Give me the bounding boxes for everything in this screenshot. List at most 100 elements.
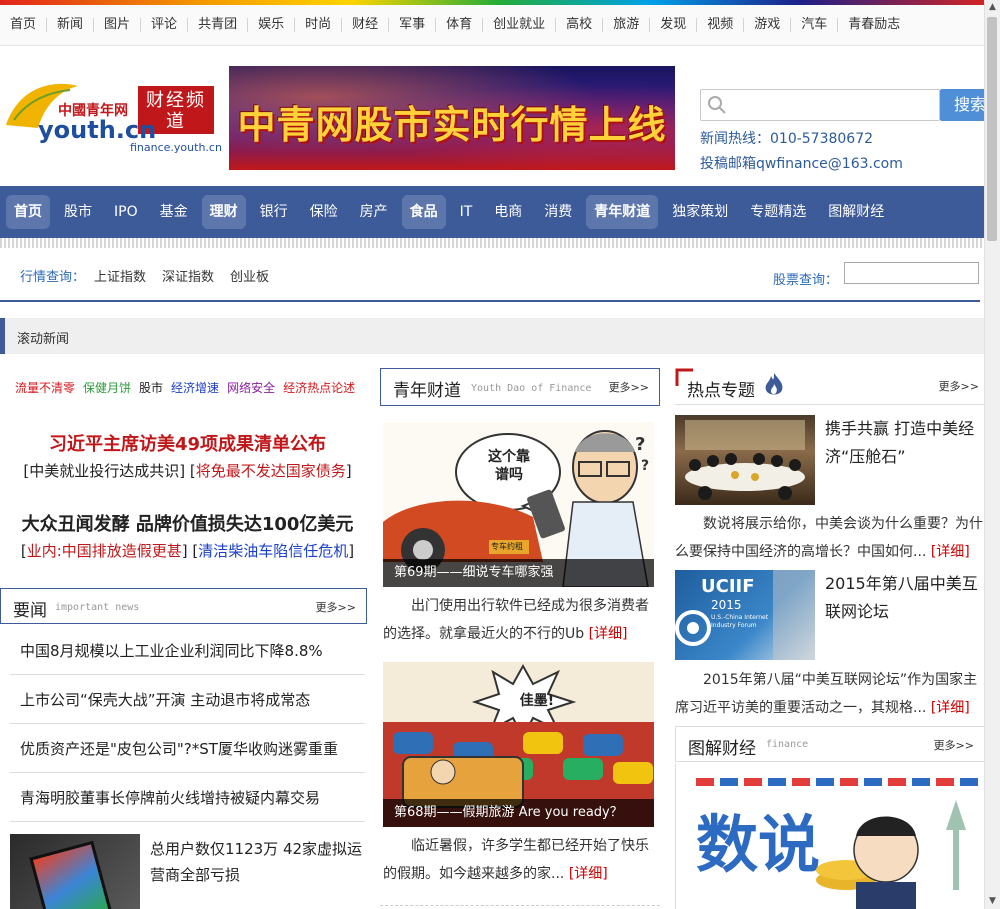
top-nav-item[interactable]: 视频 bbox=[697, 18, 745, 32]
top-nav-item[interactable]: 汽车 bbox=[791, 18, 839, 32]
scroll-down-icon[interactable]: ▼ bbox=[985, 894, 1000, 909]
cartoon-68-caption[interactable]: 第68期——假期旅游 Are you ready？ bbox=[383, 799, 654, 827]
main-nav-item[interactable]: 银行 bbox=[252, 195, 296, 229]
hot-topics-title: 热点专题 bbox=[687, 381, 755, 401]
headline-1[interactable]: 习近平主席访美49项成果清单公布 bbox=[10, 430, 365, 456]
quote-link-sh[interactable]: 上证指数 bbox=[94, 266, 146, 285]
list-item[interactable]: 青海明胶董事长停牌前火线增持被疑内幕交易 bbox=[10, 774, 365, 822]
cartoon-69-caption[interactable]: 第69期——细说专车哪家强 bbox=[383, 559, 654, 587]
hot-tag-link[interactable]: 经济增速 bbox=[171, 379, 219, 396]
tujie-cover[interactable]: 数说 bbox=[675, 764, 985, 909]
top-nav-item[interactable]: 时尚 bbox=[295, 18, 343, 32]
cartoon-69[interactable]: ? ? 这个靠谱吗 专车约租 第69期——细说专车哪家强 bbox=[383, 422, 654, 587]
qingnian-more-link[interactable]: 更多>> bbox=[609, 379, 649, 395]
detail-link[interactable]: [详细] bbox=[569, 866, 608, 882]
main-nav-item[interactable]: 消费 bbox=[536, 195, 580, 229]
hot-topic-1-image[interactable] bbox=[675, 415, 815, 505]
news-thumbnail[interactable] bbox=[10, 834, 140, 909]
main-nav-item[interactable]: IPO bbox=[106, 195, 146, 229]
top-nav-item[interactable]: 发现 bbox=[650, 18, 698, 32]
top-channel-nav: 首页 新闻 图片 评论 共青团 娱乐 时尚 财经 军事 体育 创业就业 高校 旅游 发现 视频 游戏 汽车 青春励… bbox=[0, 5, 985, 46]
tujie-more-link[interactable]: 更多>> bbox=[934, 737, 974, 753]
hot-tag-link[interactable]: 网络安全 bbox=[227, 379, 275, 396]
detail-link[interactable]: [详细] bbox=[589, 626, 628, 642]
list-item[interactable]: 中国8月规模以上工业企业利润同比下降8.8% bbox=[10, 627, 365, 675]
headline-1-link-b[interactable]: 将免最不发达国家债务 bbox=[196, 462, 346, 480]
quote-label: 行情查询： bbox=[20, 270, 86, 285]
flame-icon bbox=[765, 373, 783, 395]
tujie-subtitle: finance bbox=[766, 739, 809, 750]
hot-tag-link[interactable]: 经济热点论述 bbox=[283, 379, 355, 396]
main-nav-item[interactable]: IT bbox=[452, 195, 481, 229]
top-nav-item[interactable]: 新闻 bbox=[47, 18, 95, 32]
main-nav-item[interactable]: 独家策划 bbox=[664, 195, 736, 229]
submission-email[interactable]: 投稿邮箱qwfinance@163.com bbox=[700, 153, 903, 173]
top-nav-item[interactable]: 图片 bbox=[94, 18, 142, 32]
main-nav-item[interactable]: 食品 bbox=[401, 195, 446, 229]
stock-query-input[interactable] bbox=[844, 262, 979, 284]
top-nav-item[interactable]: 娱乐 bbox=[248, 18, 296, 32]
top-nav-item[interactable]: 评论 bbox=[141, 18, 189, 32]
main-nav-item[interactable]: 青年财道 bbox=[586, 195, 659, 229]
divider bbox=[380, 905, 660, 906]
top-nav-item[interactable]: 军事 bbox=[389, 18, 437, 32]
scroll-up-icon[interactable]: ▲ bbox=[985, 0, 1000, 15]
main-nav-item[interactable]: 股市 bbox=[56, 195, 100, 229]
logo-url: finance.youth.cn bbox=[130, 141, 222, 154]
hot-tag-link[interactable]: 保健月饼 bbox=[83, 379, 131, 396]
news-image-title[interactable]: 总用户数仅1123万 42家虚拟运营商全部亏损 bbox=[150, 836, 365, 888]
headline-1-title[interactable]: 习近平主席访美49项成果清单公布 bbox=[49, 434, 326, 455]
stock-query-label: 股票查询： bbox=[773, 273, 839, 288]
top-nav-item[interactable]: 共青团 bbox=[188, 18, 249, 32]
detail-link[interactable]: [详细] bbox=[931, 544, 970, 560]
cartoon-68[interactable]: 佳墨! 第68期——假期旅游 Are you ready？ bbox=[383, 662, 654, 827]
tujie-cover-text: 数说 bbox=[696, 808, 821, 881]
main-nav-item[interactable]: 专题精选 bbox=[742, 195, 814, 229]
headline-2-link-a[interactable]: 业内:中国排放造假更甚 bbox=[27, 542, 182, 560]
main-nav-item[interactable]: 房产 bbox=[352, 195, 396, 229]
hot-topic-1-title[interactable]: 携手共赢 打造中美经济“压舱石” bbox=[825, 415, 985, 471]
hot-topic-2-title[interactable]: 2015年第八届中美互联网论坛 bbox=[825, 570, 985, 626]
main-nav-item[interactable]: 保险 bbox=[302, 195, 346, 229]
hot-topics-more-link[interactable]: 更多>> bbox=[939, 378, 979, 394]
tujie-header: 图解财经 finance 更多>> bbox=[675, 726, 985, 762]
top-nav-item[interactable]: 旅游 bbox=[603, 18, 651, 32]
headline-1-sub: [中美就业投行达成共识] [将免最不发达国家债务] bbox=[23, 462, 352, 480]
main-nav-item[interactable]: 基金 bbox=[152, 195, 196, 229]
stock-quote-banner[interactable]: 中青网股市实时行情上线 bbox=[229, 66, 675, 170]
hot-topic-1-desc: 数说将展示给你，中美会谈为什么重要？为什么要保持中国经济的高增长？中国如何...… bbox=[675, 510, 985, 566]
cartoon-68-desc-text: 临近暑假，许多学生都已经开始了快乐的假期。如今越来越多的家... bbox=[383, 838, 649, 882]
hot-topic-2-image[interactable]: UCIIF 2015 U.S.-China Internet Industry … bbox=[675, 570, 815, 660]
detail-link[interactable]: [详细] bbox=[931, 700, 970, 716]
site-logo[interactable]: 中國青年网 youth.cn 财经频道 finance.youth.cn bbox=[0, 80, 225, 160]
top-nav-item[interactable]: 体育 bbox=[436, 18, 484, 32]
yaowen-more-link[interactable]: 更多>> bbox=[316, 599, 356, 615]
qingnian-title: 青年财道 bbox=[393, 381, 461, 401]
scrollbar-thumb[interactable] bbox=[987, 17, 997, 241]
main-nav-item[interactable]: 首页 bbox=[6, 195, 50, 229]
top-nav-item[interactable]: 财经 bbox=[342, 18, 390, 32]
list-item[interactable]: 上市公司“保壳大战”开演 主动退市将成常态 bbox=[10, 676, 365, 724]
quote-link-sz[interactable]: 深证指数 bbox=[162, 266, 214, 285]
main-nav-item[interactable]: 电商 bbox=[486, 195, 530, 229]
main-nav-item[interactable]: 理财 bbox=[201, 195, 246, 229]
page-scrollbar[interactable]: ▲ ▼ bbox=[984, 0, 1000, 909]
search-input[interactable] bbox=[700, 89, 940, 121]
svg-text:?: ? bbox=[635, 434, 645, 455]
headline-2-link-b[interactable]: 清洁柴油车陷信任危机 bbox=[198, 542, 348, 560]
headline-1-link-a[interactable]: 中美就业投行达成共识 bbox=[29, 462, 179, 480]
hot-tag-link[interactable]: 股市 bbox=[139, 379, 163, 396]
hot-tag-link[interactable]: 流量不清零 bbox=[15, 379, 75, 396]
top-nav-item[interactable]: 青春励志 bbox=[838, 18, 910, 32]
hot-topic-2-image-caption: U.S.-China Internet Industry Forum bbox=[711, 614, 769, 629]
top-nav-item[interactable]: 首页 bbox=[0, 18, 48, 32]
top-nav-item[interactable]: 游戏 bbox=[744, 18, 792, 32]
list-item[interactable]: 优质资产还是"皮包公司"?*ST厦华收购迷雾重重 bbox=[10, 725, 365, 773]
top-nav-item[interactable]: 高校 bbox=[556, 18, 604, 32]
quote-link-cyb[interactable]: 创业板 bbox=[230, 266, 269, 285]
top-nav-item[interactable]: 创业就业 bbox=[483, 18, 557, 32]
headline-2-title[interactable]: 大众丑闻发酵 品牌价值损失达100亿美元 bbox=[22, 514, 354, 535]
headline-2[interactable]: 大众丑闻发酵 品牌价值损失达100亿美元 bbox=[10, 510, 365, 536]
divider bbox=[0, 238, 985, 248]
main-nav-item[interactable]: 图解财经 bbox=[820, 195, 892, 229]
